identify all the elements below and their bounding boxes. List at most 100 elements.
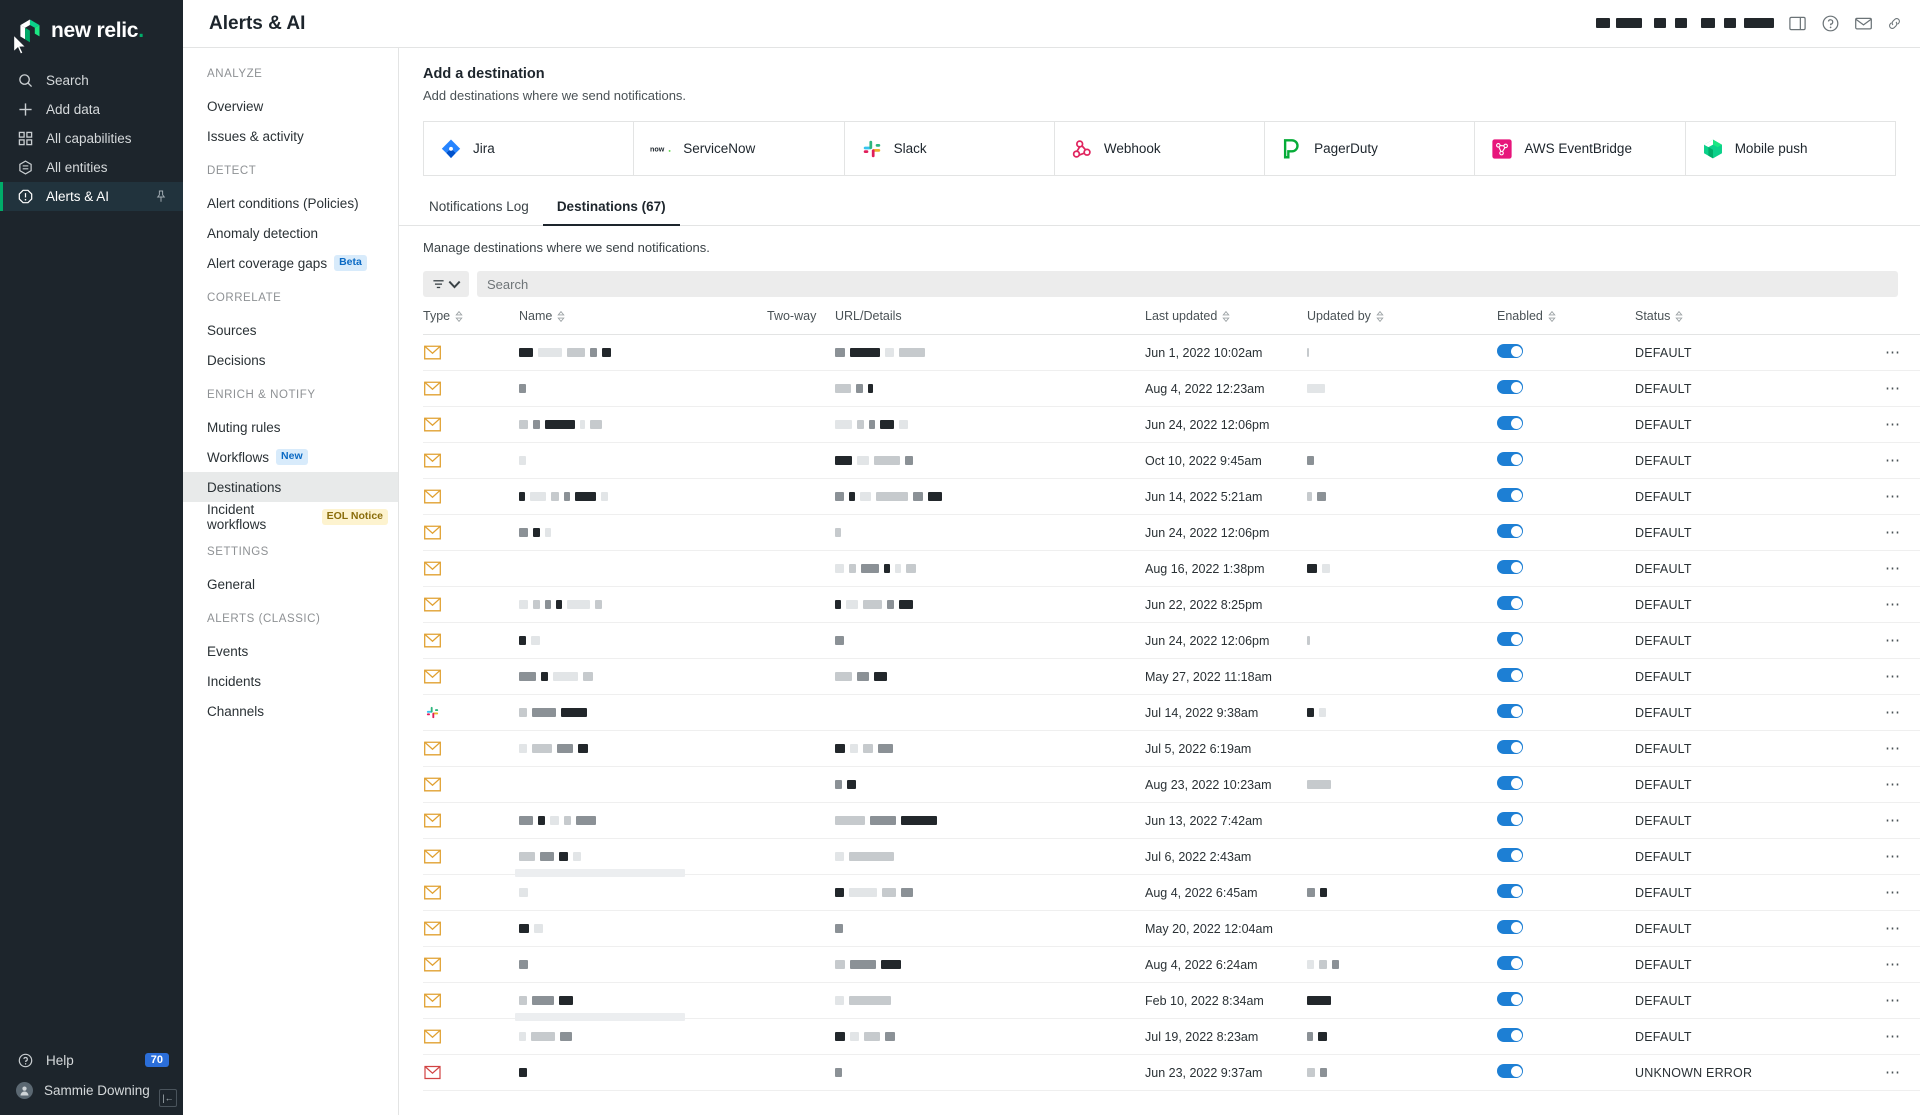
pin-icon[interactable] — [155, 190, 167, 203]
table-row[interactable]: Jul 19, 2022 8:23am DEFAULT ⋯ — [423, 1018, 1920, 1055]
column-header-name[interactable]: Name — [519, 309, 767, 335]
table-row[interactable]: Jun 24, 2022 12:06pm DEFAULT ⋯ — [423, 622, 1920, 659]
destination-card-webhook[interactable]: Webhook — [1053, 121, 1265, 176]
row-menu-button[interactable]: ⋯ — [1885, 1028, 1901, 1045]
enabled-toggle[interactable] — [1497, 812, 1523, 826]
row-menu-button[interactable]: ⋯ — [1885, 416, 1901, 433]
table-row[interactable]: Jun 1, 2022 10:02am DEFAULT ⋯ — [423, 334, 1920, 371]
enabled-toggle[interactable] — [1497, 524, 1523, 538]
destination-card-aws-eventbridge[interactable]: AWS EventBridge — [1474, 121, 1685, 176]
help-button[interactable]: Help 70 — [0, 1045, 183, 1075]
row-menu-button[interactable]: ⋯ — [1885, 848, 1901, 865]
column-header-updated-by[interactable]: Updated by — [1307, 309, 1497, 335]
row-menu-button[interactable]: ⋯ — [1885, 740, 1901, 757]
sidebar-item-events[interactable]: Events — [183, 636, 398, 666]
table-row[interactable]: Feb 10, 2022 8:34am DEFAULT ⋯ — [423, 982, 1920, 1021]
sidebar-item-incidents[interactable]: Incidents — [183, 666, 398, 696]
column-header-type[interactable]: Type — [423, 309, 519, 335]
table-row[interactable]: Oct 10, 2022 9:45am DEFAULT ⋯ — [423, 442, 1920, 479]
enabled-toggle[interactable] — [1497, 380, 1523, 394]
row-menu-button[interactable]: ⋯ — [1885, 776, 1901, 793]
row-menu-button[interactable]: ⋯ — [1885, 668, 1901, 685]
enabled-toggle[interactable] — [1497, 344, 1523, 358]
row-menu-button[interactable]: ⋯ — [1885, 812, 1901, 829]
sidebar-item-all-capabilities[interactable]: All capabilities — [0, 124, 183, 153]
mail-icon[interactable] — [1854, 14, 1873, 33]
enabled-toggle[interactable] — [1497, 632, 1523, 646]
link-icon[interactable] — [1887, 16, 1902, 31]
table-row[interactable]: Jun 14, 2022 5:21am DEFAULT ⋯ — [423, 478, 1920, 515]
sidebar-item-incident-workflows[interactable]: Incident workflows EOL Notice — [183, 502, 398, 532]
row-menu-button[interactable]: ⋯ — [1885, 884, 1901, 901]
table-row[interactable]: Aug 4, 2022 6:24am DEFAULT ⋯ — [423, 946, 1920, 983]
enabled-toggle[interactable] — [1497, 560, 1523, 574]
filter-button[interactable] — [423, 271, 469, 297]
enabled-toggle[interactable] — [1497, 848, 1523, 862]
enabled-toggle[interactable] — [1497, 740, 1523, 754]
sidebar-item-decisions[interactable]: Decisions — [183, 345, 398, 375]
sidebar-item-general[interactable]: General — [183, 569, 398, 599]
sidebar-item-sources[interactable]: Sources — [183, 315, 398, 345]
row-menu-button[interactable]: ⋯ — [1885, 524, 1901, 541]
sidebar-item-alert-conditions-policies[interactable]: Alert conditions (Policies) — [183, 188, 398, 218]
row-menu-button[interactable]: ⋯ — [1885, 956, 1901, 973]
tab-destinations-67[interactable]: Destinations (67) — [542, 199, 680, 226]
redacted-user-selector[interactable] — [1701, 15, 1774, 33]
enabled-toggle[interactable] — [1497, 992, 1523, 1006]
collapse-sidebar-button[interactable]: |← — [159, 1089, 177, 1107]
destination-card-servicenow[interactable]: now ServiceNow — [633, 121, 844, 176]
table-row[interactable]: Jul 14, 2022 9:38am DEFAULT ⋯ — [423, 694, 1920, 731]
row-menu-button[interactable]: ⋯ — [1885, 560, 1901, 577]
user-account-button[interactable]: Sammie Downing — [0, 1075, 183, 1105]
table-row[interactable]: Jun 24, 2022 12:06pm DEFAULT ⋯ — [423, 514, 1920, 551]
row-menu-button[interactable]: ⋯ — [1885, 452, 1901, 469]
sidebar-item-issues-activity[interactable]: Issues & activity — [183, 121, 398, 151]
help-circle-icon[interactable] — [1821, 14, 1840, 33]
table-row[interactable]: Jul 5, 2022 6:19am DEFAULT ⋯ — [423, 730, 1920, 767]
redacted-account-selector[interactable] — [1595, 15, 1688, 33]
column-header-enabled[interactable]: Enabled — [1497, 309, 1635, 335]
enabled-toggle[interactable] — [1497, 1064, 1523, 1078]
column-header-last-updated[interactable]: Last updated — [1145, 309, 1307, 335]
enabled-toggle[interactable] — [1497, 920, 1523, 934]
table-row[interactable]: Jun 24, 2022 12:06pm DEFAULT ⋯ — [423, 406, 1920, 443]
table-row[interactable]: Aug 4, 2022 12:23am DEFAULT ⋯ — [423, 370, 1920, 407]
destination-card-pagerduty[interactable]: PagerDuty — [1264, 121, 1475, 176]
table-row[interactable]: Aug 4, 2022 6:45am DEFAULT ⋯ — [423, 874, 1920, 911]
enabled-toggle[interactable] — [1497, 596, 1523, 610]
enabled-toggle[interactable] — [1497, 452, 1523, 466]
table-row[interactable]: May 20, 2022 12:04am DEFAULT ⋯ — [423, 910, 1920, 947]
search-field-wrapper[interactable] — [477, 271, 1898, 297]
table-row[interactable]: Jun 22, 2022 8:25pm DEFAULT ⋯ — [423, 586, 1920, 623]
row-menu-button[interactable]: ⋯ — [1885, 992, 1901, 1009]
enabled-toggle[interactable] — [1497, 884, 1523, 898]
table-row[interactable]: Jun 13, 2022 7:42am DEFAULT ⋯ — [423, 802, 1920, 839]
tab-notifications-log[interactable]: Notifications Log — [423, 199, 543, 226]
enabled-toggle[interactable] — [1497, 488, 1523, 502]
row-menu-button[interactable]: ⋯ — [1885, 1064, 1901, 1081]
enabled-toggle[interactable] — [1497, 956, 1523, 970]
sidebar-item-workflows[interactable]: Workflows New — [183, 442, 398, 472]
sidebar-item-search[interactable]: Search — [0, 66, 183, 95]
sidebar-item-alerts-ai[interactable]: Alerts & AI — [0, 182, 183, 211]
table-row[interactable]: Aug 16, 2022 1:38pm DEFAULT ⋯ — [423, 550, 1920, 587]
row-menu-button[interactable]: ⋯ — [1885, 704, 1901, 721]
table-row[interactable]: Jul 6, 2022 2:43am DEFAULT ⋯ — [423, 838, 1920, 877]
sidebar-item-alert-coverage-gaps[interactable]: Alert coverage gaps Beta — [183, 248, 398, 278]
enabled-toggle[interactable] — [1497, 704, 1523, 718]
sidebar-item-add-data[interactable]: Add data — [0, 95, 183, 124]
row-menu-button[interactable]: ⋯ — [1885, 344, 1901, 361]
sidebar-item-overview[interactable]: Overview — [183, 91, 398, 121]
table-row[interactable]: Aug 23, 2022 10:23am DEFAULT ⋯ — [423, 766, 1920, 803]
row-menu-button[interactable]: ⋯ — [1885, 488, 1901, 505]
row-menu-button[interactable]: ⋯ — [1885, 920, 1901, 937]
panel-icon[interactable] — [1788, 14, 1807, 33]
enabled-toggle[interactable] — [1497, 668, 1523, 682]
sidebar-item-destinations[interactable]: Destinations — [183, 472, 398, 502]
sidebar-item-muting-rules[interactable]: Muting rules — [183, 412, 398, 442]
table-row[interactable]: May 27, 2022 11:18am DEFAULT ⋯ — [423, 658, 1920, 695]
sidebar-item-channels[interactable]: Channels — [183, 696, 398, 726]
enabled-toggle[interactable] — [1497, 416, 1523, 430]
row-menu-button[interactable]: ⋯ — [1885, 596, 1901, 613]
enabled-toggle[interactable] — [1497, 776, 1523, 790]
